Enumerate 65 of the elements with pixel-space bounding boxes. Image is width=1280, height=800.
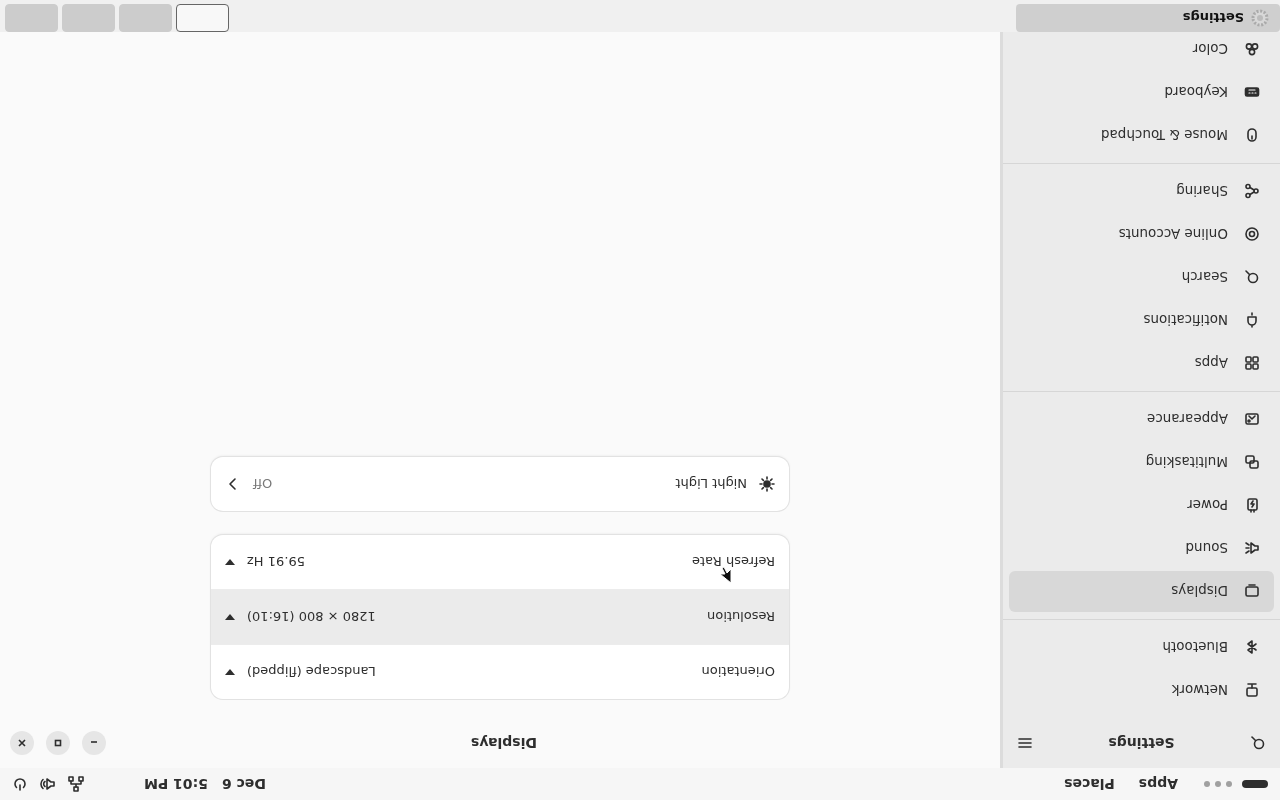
sidebar-item[interactable]: Bluetooth (1009, 627, 1274, 668)
search-icon (1244, 269, 1260, 286)
windows-icon (1244, 454, 1260, 471)
battery-icon (1244, 497, 1260, 514)
dropdown-arrow-icon (225, 614, 235, 620)
sidebar-item[interactable]: Notifications (1009, 300, 1274, 341)
night-light-row[interactable]: Night Light Off (211, 457, 789, 511)
appearance-icon (1244, 411, 1260, 428)
close-button[interactable] (10, 731, 34, 755)
network-icon (68, 776, 84, 792)
sidebar-item[interactable]: Mouse & Touchpad (1009, 115, 1274, 156)
gear-icon (1250, 8, 1270, 28)
menu-button[interactable] (1017, 735, 1033, 751)
setting-value: 59.91 Hz (247, 554, 305, 570)
setting-label: Refresh Rate (690, 554, 775, 570)
setting-row[interactable]: Resolution 1280 × 800 (16:10) (211, 589, 789, 644)
sidebar-item[interactable]: Color (1009, 32, 1274, 70)
setting-label: Resolution (706, 609, 775, 625)
setting-value: 1280 × 800 (16:10) (247, 609, 376, 625)
mouse-pointer-icon (720, 566, 732, 584)
sidebar-item[interactable]: Keyboard (1009, 72, 1274, 113)
setting-value: Landscape (flipped) (247, 664, 376, 680)
sidebar-item[interactable]: Sound (1009, 528, 1274, 569)
workspace-indicator[interactable] (1202, 779, 1268, 789)
sidebar-item[interactable]: Power (1009, 485, 1274, 526)
display-icon (1244, 583, 1260, 600)
sidebar-item[interactable]: Apps (1009, 343, 1274, 384)
search-button[interactable] (1250, 735, 1266, 751)
places-menu[interactable]: Places (1064, 776, 1115, 792)
bell-icon (1244, 312, 1260, 329)
page-title: Displays (469, 735, 539, 751)
night-light-label: Night Light (674, 476, 747, 492)
speaker-icon (1244, 540, 1260, 557)
dropdown-arrow-icon (225, 669, 235, 675)
sidebar-item[interactable]: Online Accounts (1009, 214, 1274, 255)
time-text: 5:01 PM (144, 776, 208, 792)
taskbar-app-button[interactable]: Settings (1016, 4, 1280, 32)
sidebar-item[interactable]: Multitasking (1009, 442, 1274, 483)
grid-icon (1244, 355, 1260, 372)
sidebar-item[interactable]: Appearance (1009, 399, 1274, 440)
volume-icon (40, 776, 56, 792)
sidebar-item[interactable]: Displays (1009, 571, 1274, 612)
apps-menu[interactable]: Apps (1138, 776, 1178, 792)
mouse-icon (1244, 127, 1260, 144)
setting-row[interactable]: Refresh Rate 59.91 Hz (211, 535, 789, 589)
sun-icon (759, 476, 775, 492)
close-icon (17, 738, 27, 748)
dropdown-arrow-icon (225, 559, 235, 565)
clock[interactable]: Dec 6 5:01 PM (144, 776, 266, 792)
network-icon (1244, 682, 1260, 699)
workspace-thumbnail[interactable] (176, 4, 229, 32)
color-icon (1244, 41, 1260, 58)
setting-label: Orientation (700, 664, 775, 680)
sidebar-item[interactable]: Sharing (1009, 171, 1274, 212)
night-light-status: Off (253, 476, 273, 492)
maximize-button[interactable] (46, 731, 70, 755)
date-text: Dec 6 (221, 776, 266, 792)
at-sign-icon (1244, 226, 1260, 243)
share-icon (1244, 183, 1260, 200)
sidebar-item[interactable]: Network (1009, 670, 1274, 711)
sidebar-title: Settings (1107, 735, 1176, 751)
bluetooth-icon (1244, 639, 1260, 656)
sidebar-item[interactable]: Search (1009, 257, 1274, 298)
power-icon (12, 776, 28, 792)
maximize-icon (53, 738, 63, 748)
